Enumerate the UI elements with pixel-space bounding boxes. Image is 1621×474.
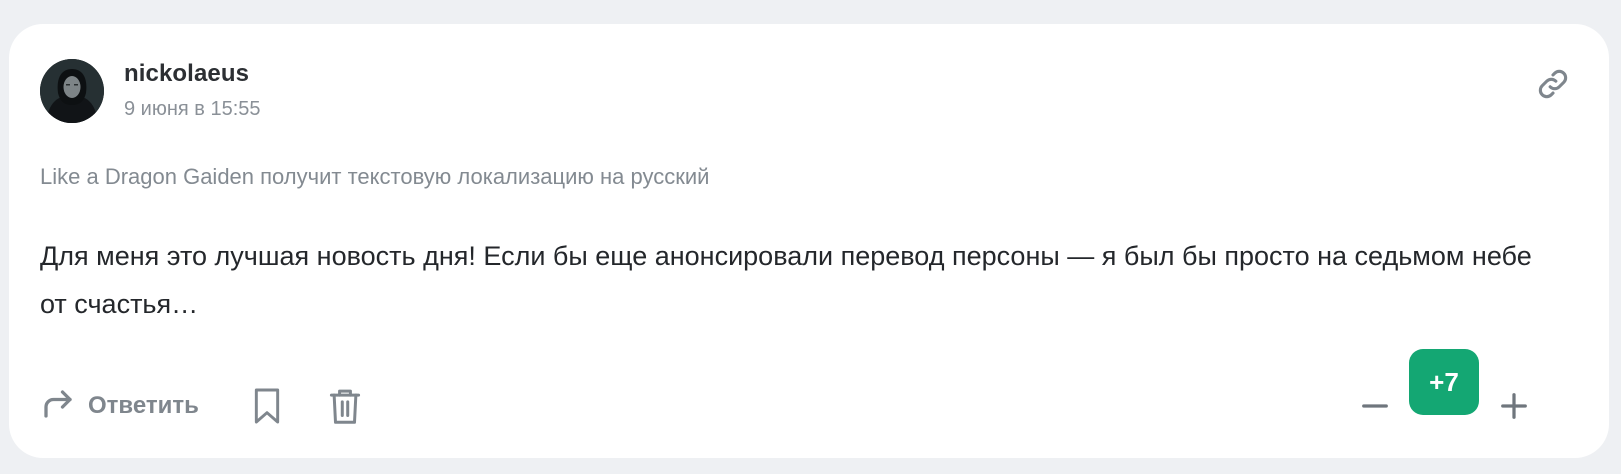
reply-label: Ответить — [88, 392, 199, 419]
avatar[interactable] — [40, 59, 104, 123]
plus-icon — [1501, 393, 1527, 419]
author-name[interactable]: nickolaeus — [124, 60, 249, 88]
rating-score: +7 — [1409, 349, 1479, 415]
reply-arrow-icon — [40, 386, 76, 427]
article-link[interactable]: Like a Dragon Gaiden получит текстовую л… — [40, 164, 709, 190]
comment-date[interactable]: 9 июня в 15:55 — [124, 98, 261, 121]
comment-text: Для меня это лучшая новость дня! Если бы… — [40, 241, 1532, 319]
trash-icon — [329, 389, 361, 424]
vote-down-button[interactable] — [1355, 386, 1395, 426]
vote-up-button[interactable] — [1494, 386, 1534, 426]
bookmark-button[interactable] — [247, 384, 287, 428]
comment-card: nickolaeus 9 июня в 15:55 Like a Dragon … — [9, 24, 1609, 458]
link-icon[interactable] — [1533, 64, 1573, 104]
delete-button[interactable] — [325, 384, 365, 428]
reply-button[interactable]: Ответить — [40, 386, 199, 426]
minus-icon — [1362, 404, 1388, 408]
avatar-image — [40, 59, 104, 123]
bookmark-icon — [254, 388, 280, 424]
